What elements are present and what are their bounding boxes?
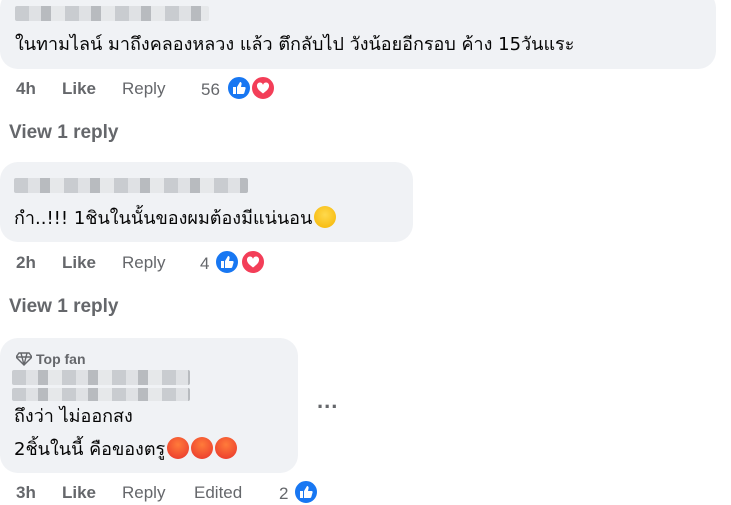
timestamp[interactable]: 2h <box>16 253 36 273</box>
timestamp[interactable]: 4h <box>16 79 36 99</box>
love-icon[interactable] <box>250 75 276 101</box>
author-name-blurred[interactable] <box>15 6 209 21</box>
thinking-face-icon <box>314 206 337 228</box>
comment-actions: 2h Like Reply <box>16 253 216 275</box>
comment-bubble: ในทามไลน์ มาถึงคลองหลวง แล้ว ตึกลับไป วั… <box>0 0 716 69</box>
comment-text: กำ..!!! 1ชินในนั้นของผมต้องมีแน่นอน <box>14 206 337 230</box>
comment-text-content: 2ชิ้นในนี้ คือของตรู <box>14 439 166 460</box>
reply-button[interactable]: Reply <box>122 253 165 273</box>
top-fan-badge: Top fan <box>15 351 86 367</box>
like-button[interactable]: Like <box>62 253 96 273</box>
angry-face-icon <box>167 437 190 459</box>
reply-button[interactable]: Reply <box>122 79 165 99</box>
comment-actions: 3h Like Reply Edited <box>16 483 276 505</box>
comment-text-line: 2ชิ้นในนี้ คือของตรู <box>14 437 238 461</box>
comment-text: ในทามไลน์ มาถึงคลองหลวง แล้ว ตึกลับไป วั… <box>15 34 575 55</box>
author-name-blurred[interactable] <box>12 388 190 401</box>
reaction-count[interactable]: 2 <box>279 484 288 504</box>
reaction-count[interactable]: 56 <box>201 80 220 100</box>
view-replies-link[interactable]: View 1 reply <box>9 122 119 144</box>
like-icon[interactable] <box>226 75 252 101</box>
view-replies-link[interactable]: View 1 reply <box>9 296 119 318</box>
reply-button[interactable]: Reply <box>122 483 165 503</box>
edited-label: Edited <box>194 483 243 502</box>
comment-text-content: กำ..!!! 1ชินในนั้นของผมต้องมีแน่นอน <box>14 208 313 229</box>
like-icon[interactable] <box>214 249 240 275</box>
comment-text-line: ถึงว่า ไม่ออกสง <box>14 406 133 427</box>
reaction-count[interactable]: 4 <box>200 254 209 274</box>
comment-bubble: กำ..!!! 1ชินในนั้นของผมต้องมีแน่นอน <box>0 162 413 242</box>
more-options-button[interactable]: ... <box>317 388 338 414</box>
love-icon[interactable] <box>240 249 266 275</box>
like-button[interactable]: Like <box>62 79 96 99</box>
author-name-blurred[interactable] <box>14 178 248 193</box>
angry-face-icon <box>191 437 214 459</box>
diamond-icon <box>15 352 33 366</box>
like-icon[interactable] <box>293 479 319 505</box>
top-fan-label: Top fan <box>36 351 86 367</box>
angry-face-icon <box>215 437 238 459</box>
like-button[interactable]: Like <box>62 483 96 503</box>
timestamp[interactable]: 3h <box>16 483 36 503</box>
comment-bubble: Top fan ถึงว่า ไม่ออกสง 2ชิ้นในนี้ คือขอ… <box>0 338 298 473</box>
author-name-blurred[interactable] <box>12 370 190 385</box>
